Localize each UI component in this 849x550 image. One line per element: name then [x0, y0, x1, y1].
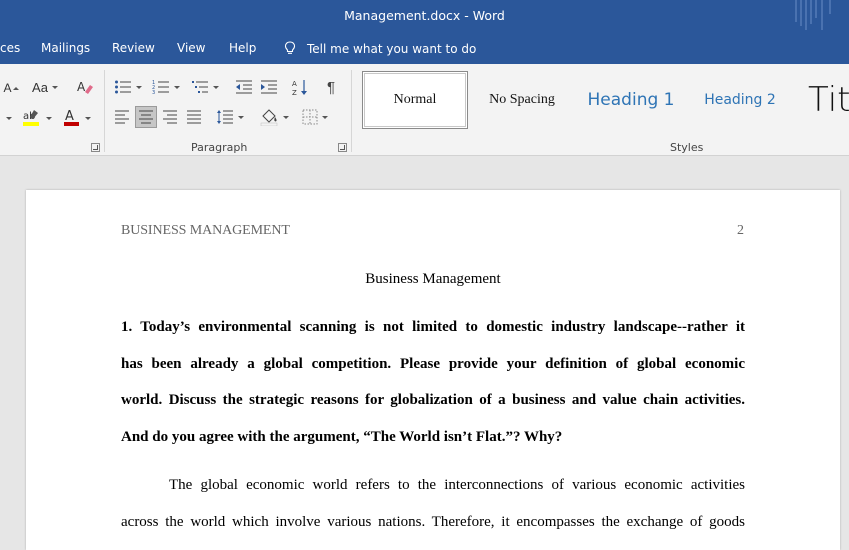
svg-text:Z: Z	[292, 89, 297, 96]
tab-mailings[interactable]: Mailings	[41, 41, 90, 55]
align-center-button[interactable]	[135, 106, 157, 128]
clear-formatting-icon: A	[77, 80, 93, 94]
tell-me-label: Tell me what you want to do	[307, 42, 477, 56]
align-left-button[interactable]	[111, 106, 133, 128]
tab-view[interactable]: View	[177, 41, 205, 55]
bullets-button[interactable]	[111, 76, 145, 98]
svg-text:A: A	[292, 80, 297, 88]
text-effects-button[interactable]	[0, 107, 14, 129]
style-title[interactable]: Titl	[808, 71, 849, 129]
tell-me-search[interactable]: Tell me what you want to do	[283, 41, 476, 56]
document-title: Business Management	[365, 271, 501, 287]
paint-bucket-icon	[260, 109, 278, 126]
document-canvas[interactable]: BUSINESS MANAGEMENT 2 Business Managemen…	[0, 157, 849, 550]
clear-formatting-button[interactable]: A	[74, 76, 96, 98]
shading-button[interactable]	[255, 106, 293, 128]
body-line: across the world which involve various n…	[121, 514, 745, 530]
tab-references[interactable]: ces	[0, 41, 20, 55]
question-line: has been already a global competition. P…	[121, 356, 745, 372]
decrease-indent-button[interactable]	[233, 76, 255, 98]
ribbon: A Aa A ab A 1 2 3 A Z ¶ Paragraph Normal…	[0, 64, 849, 156]
window-title: Management.docx - Word	[344, 8, 505, 23]
paragraph-dialog-launcher[interactable]	[338, 143, 347, 152]
justify-button[interactable]	[183, 106, 205, 128]
svg-text:A: A	[77, 80, 86, 94]
style-no-spacing[interactable]: No Spacing	[470, 71, 574, 129]
show-formatting-marks-button[interactable]: ¶	[320, 76, 342, 98]
shrink-font-button[interactable]: A	[2, 78, 20, 98]
styles-group-label: Styles	[670, 141, 704, 154]
title-bar: Management.docx - Word	[0, 0, 849, 33]
running-header: BUSINESS MANAGEMENT	[121, 223, 290, 238]
change-case-button[interactable]: Aa	[28, 77, 62, 97]
style-normal[interactable]: Normal	[362, 71, 468, 129]
sort-icon: A Z	[292, 80, 307, 96]
align-left-icon	[115, 110, 129, 124]
change-case-label: Aa	[32, 79, 48, 95]
font-color-icon: A	[64, 109, 79, 126]
sort-button[interactable]: A Z	[289, 76, 311, 98]
borders-icon	[302, 109, 318, 125]
highlighter-icon: ab	[23, 110, 39, 126]
document-page[interactable]: BUSINESS MANAGEMENT 2 Business Managemen…	[26, 190, 840, 550]
ribbon-tabs: ces Mailings Review View Help Tell me wh…	[0, 33, 849, 64]
increase-indent-button[interactable]	[258, 76, 280, 98]
question-line: 1. Today’s environmental scanning is not…	[121, 319, 745, 335]
text-highlight-button[interactable]: ab	[18, 106, 54, 130]
pilcrow-icon: ¶	[326, 78, 336, 96]
paragraph-group-label: Paragraph	[191, 141, 248, 154]
align-right-icon	[163, 110, 177, 124]
borders-button[interactable]	[297, 106, 333, 128]
question-line: world. Discuss the strategic reasons for…	[121, 392, 745, 408]
style-heading-2[interactable]: Heading 2	[690, 71, 790, 129]
line-spacing-button[interactable]	[213, 106, 247, 128]
svg-text:3: 3	[152, 90, 155, 95]
page-number: 2	[737, 223, 744, 238]
justify-icon	[187, 110, 201, 124]
align-right-button[interactable]	[159, 106, 181, 128]
question-line: And do you agree with the argument, “The…	[121, 429, 563, 445]
tab-review[interactable]: Review	[112, 41, 155, 55]
increase-indent-icon	[261, 80, 277, 94]
group-separator	[104, 70, 105, 152]
shrink-font-label: A	[3, 81, 12, 95]
title-bar-decoration	[795, 0, 831, 30]
multilevel-list-icon	[192, 81, 208, 93]
line-spacing-icon	[217, 110, 233, 124]
numbering-button[interactable]: 1 2 3	[149, 76, 183, 98]
style-heading-1[interactable]: Heading 1	[576, 71, 686, 129]
numbering-icon: 1 2 3	[152, 80, 169, 95]
tab-help[interactable]: Help	[229, 41, 256, 55]
bullets-icon	[115, 80, 131, 94]
body-line: The global economic world refers to the …	[169, 477, 745, 493]
font-dialog-launcher[interactable]	[91, 143, 100, 152]
multilevel-list-button[interactable]	[188, 76, 222, 98]
align-center-icon	[139, 110, 153, 124]
svg-text:A: A	[65, 109, 74, 124]
decrease-indent-icon	[236, 80, 252, 94]
group-separator	[351, 70, 352, 152]
font-color-button[interactable]: A	[58, 106, 94, 130]
lightbulb-icon	[284, 41, 296, 54]
